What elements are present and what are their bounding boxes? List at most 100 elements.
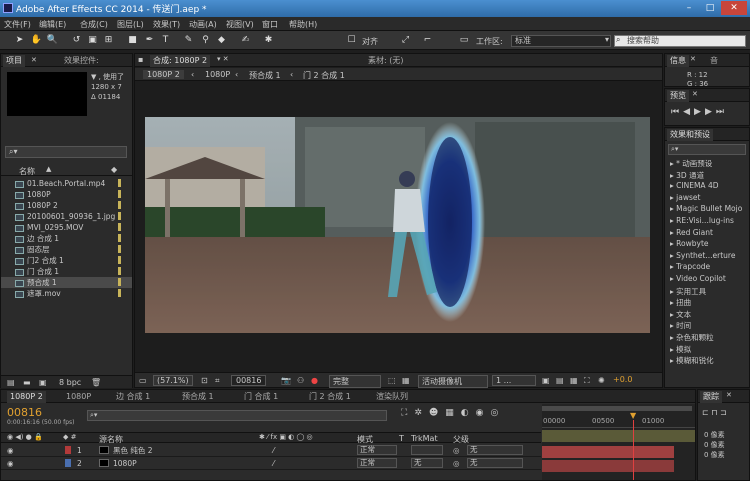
effects-category[interactable]: ▸ CINEMA 4D xyxy=(670,181,719,190)
project-item[interactable]: MVI_0295.MOV xyxy=(1,222,132,233)
parent-pick-whip-icon[interactable]: ◎ xyxy=(453,458,460,469)
menu-help[interactable]: 帮助(H) xyxy=(289,19,317,30)
effects-category[interactable]: ▸ RE:Visi...lug-ins xyxy=(670,216,734,225)
layer-visibility-icon[interactable]: ◉ xyxy=(7,458,14,469)
label-swatch[interactable] xyxy=(118,201,121,209)
close-icon[interactable]: ✕ xyxy=(31,56,37,64)
time-ruler[interactable]: 00000 00500 01000 xyxy=(542,413,695,428)
play-icon[interactable]: ▶ xyxy=(694,107,705,117)
next-frame-icon[interactable]: ▶ xyxy=(705,107,716,117)
tab-project[interactable]: 项目 xyxy=(3,55,25,67)
grid-icon[interactable]: ⌗ xyxy=(215,376,220,386)
views-select[interactable]: 1 ... xyxy=(492,375,536,386)
menu-composition[interactable]: 合成(C) xyxy=(80,19,108,30)
layer-trkmat-select[interactable] xyxy=(411,445,443,455)
last-frame-icon[interactable]: ⏭ xyxy=(716,107,728,117)
layer-trkmat-select[interactable]: 无 xyxy=(411,458,443,468)
label-swatch[interactable] xyxy=(118,256,121,264)
eraser-tool-icon[interactable]: ◆ xyxy=(215,34,228,47)
effects-category[interactable]: ▸ 模糊和锐化 xyxy=(670,355,714,366)
project-item[interactable]: 门 合成 1 xyxy=(1,266,132,277)
timeline-layer-row[interactable]: ◉ 1 黑色 纯色 2 ⁄ 正常 ◎ 无 xyxy=(1,444,541,457)
menu-file[interactable]: 文件(F) xyxy=(4,19,31,30)
pen-tool-icon[interactable]: ✒ xyxy=(143,34,156,47)
parent-pick-whip-icon[interactable]: ◎ xyxy=(453,445,460,456)
rotate-tool-icon[interactable]: ↺ xyxy=(70,34,83,47)
project-item[interactable]: 边 合成 1 xyxy=(1,233,132,244)
comp-flowchart-icon[interactable]: ⛶ xyxy=(401,408,414,418)
project-item[interactable]: 预合成 1 xyxy=(1,277,132,288)
tracker-value[interactable]: 0 像素 xyxy=(704,440,725,450)
brainstorm-icon[interactable]: ◎ xyxy=(490,408,505,418)
project-item[interactable]: 固态层 xyxy=(1,244,132,255)
new-composition-icon[interactable]: ▣ xyxy=(39,378,47,387)
project-item[interactable]: 1080P 2 xyxy=(1,200,132,211)
effects-category[interactable]: ▸ 3D 通道 xyxy=(670,170,704,181)
effects-category[interactable]: ▸ 实用工具 xyxy=(670,286,706,297)
timeline-tab[interactable]: 渲染队列 xyxy=(373,391,411,403)
effects-category[interactable]: ▸ Rowbyte xyxy=(670,239,709,248)
first-frame-icon[interactable]: ⏮ xyxy=(671,107,683,117)
label-swatch[interactable] xyxy=(118,267,121,275)
frame-blending-icon[interactable]: ▦ xyxy=(445,408,461,418)
timeline-tab[interactable]: 1080P 2 xyxy=(7,391,46,403)
puppet-tool-icon[interactable]: ✱ xyxy=(262,34,275,47)
label-swatch[interactable] xyxy=(118,223,121,231)
effects-category[interactable]: ▸ Synthet...erture xyxy=(670,251,735,260)
snap-checkbox[interactable]: ☐ xyxy=(345,34,358,47)
zoom-select[interactable]: (57.1%) xyxy=(153,375,193,386)
breadcrumb-item[interactable]: 1080P xyxy=(205,70,230,79)
shy-icon[interactable]: ☻ xyxy=(429,408,445,418)
work-area[interactable] xyxy=(542,430,695,442)
timeline-tab[interactable]: 边 合成 1 xyxy=(113,391,153,403)
timeline-tab[interactable]: 预合成 1 xyxy=(179,391,217,403)
tab-effects-presets[interactable]: 效果和预设 xyxy=(667,129,713,141)
tab-audio[interactable]: 音 xyxy=(707,55,721,67)
graph-editor-icon[interactable]: ◉ xyxy=(476,408,491,418)
workspace-select[interactable]: 标准 xyxy=(511,35,611,47)
resolution-select[interactable]: 完整 xyxy=(329,375,381,388)
tab-info[interactable]: 信息 xyxy=(667,55,689,67)
tab-tracker[interactable]: 跟踪 xyxy=(700,391,722,403)
motion-blur-icon[interactable]: ◐ xyxy=(461,408,476,418)
tab-composition[interactable]: 合成: 1080P 2 xyxy=(150,55,211,67)
effects-category[interactable]: ▸ Red Giant xyxy=(670,228,713,237)
composition-viewer[interactable] xyxy=(145,117,650,333)
playhead-icon[interactable]: ▼ xyxy=(630,412,638,420)
fast-preview-icon[interactable]: ▤ xyxy=(556,376,564,385)
effects-category[interactable]: ▸ Video Copilot xyxy=(670,274,726,283)
tab-effect-controls[interactable]: 效果控件: xyxy=(61,55,102,67)
tab-footage[interactable]: 素材: (无) xyxy=(365,55,406,67)
menu-animation[interactable]: 动画(A) xyxy=(189,19,217,30)
breadcrumb-item[interactable]: 1080P 2 xyxy=(143,70,184,79)
always-preview-icon[interactable]: ▭ xyxy=(139,376,147,385)
effects-search-input[interactable]: ⌕▾ xyxy=(668,144,746,155)
effects-category[interactable]: ▸ 扭曲 xyxy=(670,297,691,308)
tab-preview[interactable]: 预览 xyxy=(667,90,689,102)
label-swatch[interactable] xyxy=(118,278,121,286)
trash-icon[interactable]: 🗑 xyxy=(91,378,101,387)
menu-layer[interactable]: 图层(L) xyxy=(117,19,144,30)
timeline-current-time[interactable]: 00816 xyxy=(7,406,42,419)
project-item[interactable]: 20100601_90936_1.jpg xyxy=(1,211,132,222)
snap-edge-icon[interactable]: ⌐ xyxy=(421,34,434,47)
project-search-input[interactable]: ⌕▾ xyxy=(5,146,127,158)
timeline-tab[interactable]: 门 合成 1 xyxy=(241,391,281,403)
menu-effect[interactable]: 效果(T) xyxy=(153,19,180,30)
timeline-tab[interactable]: 1080P xyxy=(63,391,94,403)
layer-quality-icon[interactable]: ⁄ xyxy=(273,445,274,456)
work-area-bar[interactable] xyxy=(542,406,692,411)
current-time-field[interactable]: 00816 xyxy=(231,375,267,386)
help-search-input[interactable]: 搜索帮助 xyxy=(614,35,746,47)
close-icon[interactable]: ✕ xyxy=(690,55,696,63)
layer-label-swatch[interactable] xyxy=(65,446,71,454)
channel-icon[interactable]: ● xyxy=(311,376,318,385)
label-swatch[interactable] xyxy=(118,179,121,187)
layer-name[interactable]: 1080P xyxy=(113,458,137,469)
selection-tool-icon[interactable]: ➤ xyxy=(13,34,26,47)
project-item[interactable]: 1080P xyxy=(1,189,132,200)
effects-category[interactable]: ▸ 文本 xyxy=(670,309,691,320)
maximize-button[interactable]: □ xyxy=(700,1,720,15)
name-column-header[interactable]: 名称 xyxy=(19,166,35,177)
lock-icon[interactable]: ▪ xyxy=(138,55,143,64)
